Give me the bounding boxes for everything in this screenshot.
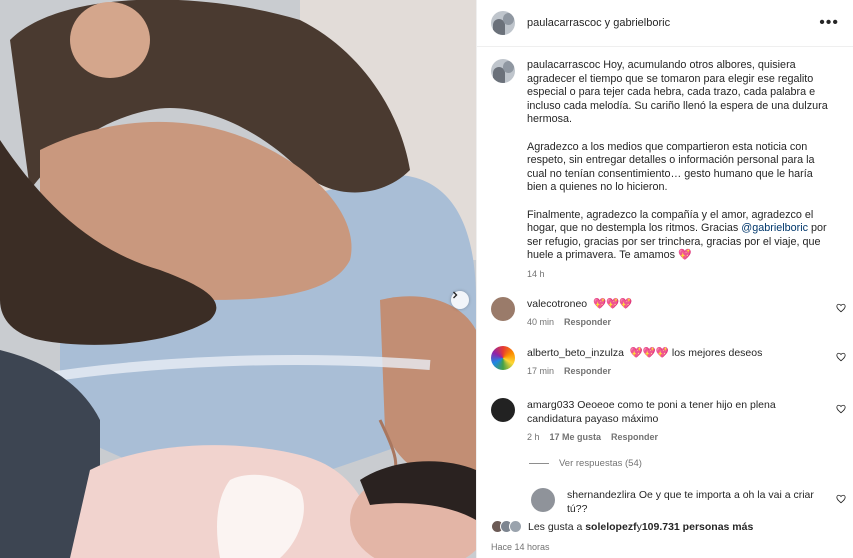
caption-avatar[interactable] bbox=[491, 59, 515, 83]
heart-outline-icon[interactable] bbox=[836, 494, 846, 504]
post-photo bbox=[0, 0, 476, 558]
reply-username[interactable]: shernandezlira bbox=[567, 489, 636, 501]
heart-outline-icon[interactable] bbox=[836, 352, 846, 362]
more-options-icon[interactable]: ••• bbox=[819, 15, 839, 31]
comment-time[interactable]: 17 min bbox=[527, 366, 554, 376]
heart-outline-icon[interactable] bbox=[836, 303, 846, 313]
comment-item: amarg033 Oeoeoe como te poni a tener hij… bbox=[491, 398, 846, 442]
likes-prefix: Les gusta a bbox=[528, 520, 583, 533]
view-replies-label: Ver respuestas (54) bbox=[559, 458, 642, 469]
comment-time[interactable]: 40 min bbox=[527, 317, 554, 327]
next-photo-button[interactable] bbox=[451, 291, 469, 309]
reply-item: shernandezlira Oe y que te importa a oh … bbox=[531, 488, 846, 516]
view-replies-button[interactable]: Ver respuestas (54) bbox=[529, 458, 642, 469]
next-arrow-icon bbox=[453, 291, 458, 299]
caption-mention-link[interactable]: @gabrielboric bbox=[741, 222, 808, 234]
caption-paragraph-2: Agradezco a los medios que compartieron … bbox=[527, 140, 815, 194]
comment-text: 💖💖💖 bbox=[592, 298, 633, 310]
commenter-username[interactable]: amarg033 bbox=[527, 399, 574, 411]
caption-username[interactable]: paulacarrascoc bbox=[527, 59, 600, 71]
caption-timestamp[interactable]: 14 h bbox=[527, 269, 545, 279]
post-footer: Les gusta a solelopezf y 109.731 persona… bbox=[491, 520, 846, 552]
commenter-avatar[interactable] bbox=[491, 297, 515, 321]
reply-button[interactable]: Responder bbox=[564, 317, 611, 327]
replies-divider bbox=[529, 463, 549, 464]
likes-count[interactable]: 109.731 personas más bbox=[642, 521, 754, 533]
author-username[interactable]: paulacarrascoc y gabrielboric bbox=[527, 17, 819, 29]
commenter-username[interactable]: valecotroneo bbox=[527, 298, 587, 310]
comment-item: alberto_beto_inzulza 💖💖💖 los mejores des… bbox=[491, 346, 846, 376]
comment-item: valecotroneo 💖💖💖 40 min Responder bbox=[491, 297, 846, 327]
photo-illustration bbox=[0, 0, 476, 558]
commenter-username[interactable]: alberto_beto_inzulza bbox=[527, 347, 624, 359]
comment-time[interactable]: 2 h bbox=[527, 432, 540, 442]
author-avatar[interactable] bbox=[491, 11, 515, 35]
comment-text: 💖💖💖 los mejores deseos bbox=[629, 347, 763, 359]
likes-user[interactable]: solelopezf bbox=[585, 521, 636, 533]
comment-likes[interactable]: 17 Me gusta bbox=[550, 432, 602, 442]
reply-button[interactable]: Responder bbox=[611, 432, 658, 442]
commenter-avatar[interactable] bbox=[491, 398, 515, 422]
heart-outline-icon[interactable] bbox=[836, 404, 846, 414]
caption-text: paulacarrascoc Hoy, acumulando otros alb… bbox=[527, 59, 832, 263]
reply-avatar[interactable] bbox=[531, 488, 555, 512]
post-header: paulacarrascoc y gabrielboric ••• bbox=[477, 0, 853, 47]
caption-section: paulacarrascoc Hoy, acumulando otros alb… bbox=[477, 47, 853, 279]
liker-avatars bbox=[491, 520, 522, 533]
commenter-avatar[interactable] bbox=[491, 346, 515, 370]
post-time[interactable]: Hace 14 horas bbox=[491, 542, 846, 552]
post-sidebar: paulacarrascoc y gabrielboric ••• paulac… bbox=[476, 0, 853, 558]
reply-button[interactable]: Responder bbox=[564, 366, 611, 376]
likes-summary[interactable]: Les gusta a solelopezf y 109.731 persona… bbox=[491, 520, 846, 533]
